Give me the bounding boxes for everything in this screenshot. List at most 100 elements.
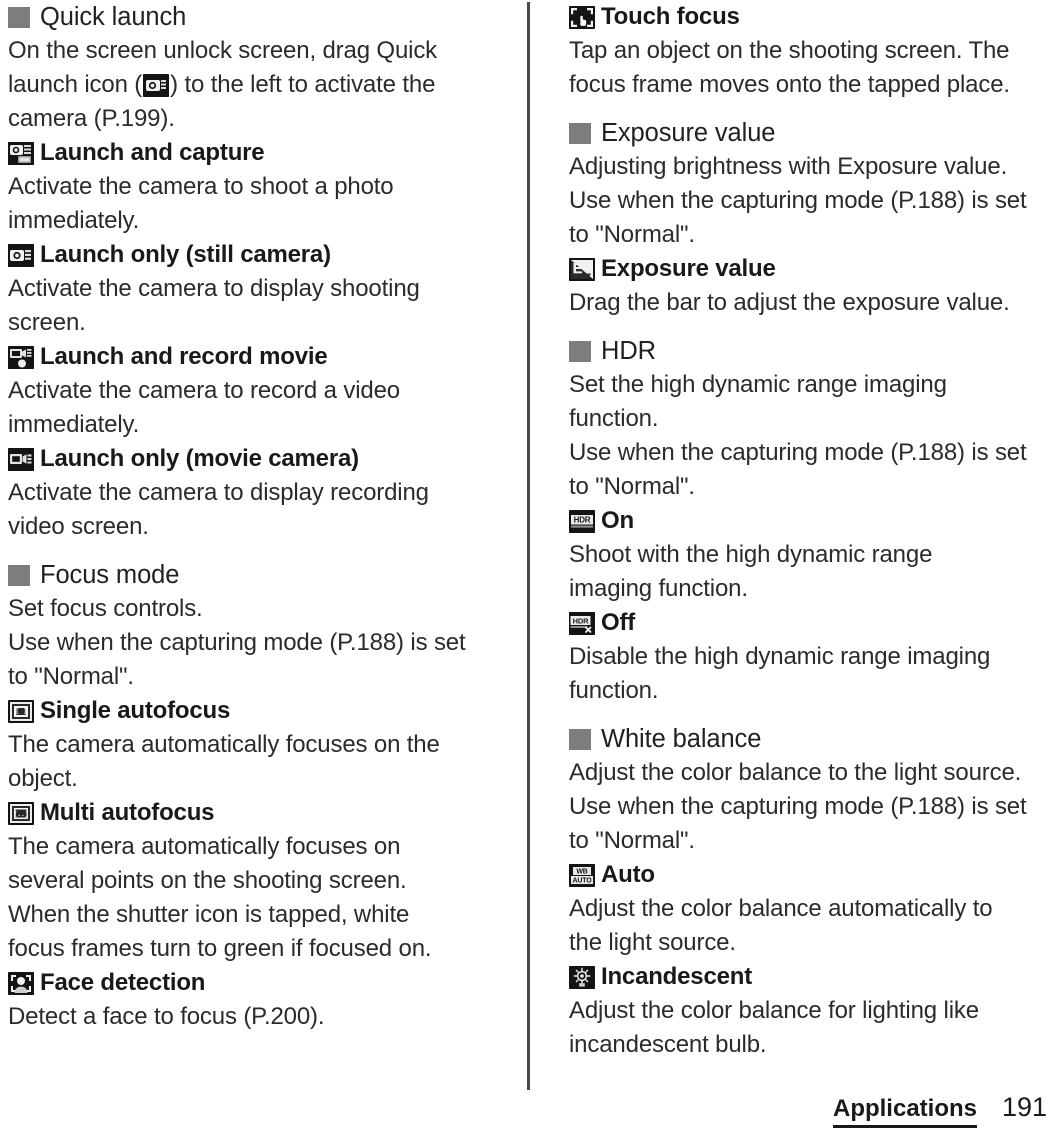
- body-text-line: the light source.: [569, 929, 736, 956]
- section-title: White balance: [601, 725, 762, 753]
- svg-text:[..]: [..]: [14, 809, 29, 817]
- multi-autofocus-icon: [..]: [8, 801, 34, 825]
- svg-text:WB: WB: [576, 868, 587, 875]
- quick-launch-camera-icon: [143, 74, 170, 97]
- option-item-label: Launch and record movie: [40, 343, 328, 370]
- option-item: Launch and capture: [8, 136, 511, 170]
- body-text-line: to "Normal".: [8, 663, 134, 690]
- section-title: Quick launch: [40, 3, 187, 31]
- body-text-line: Use when the capturing mode (P.188) is s…: [8, 629, 466, 656]
- body-text-line: Use when the capturing mode (P.188) is s…: [569, 187, 1027, 214]
- body-text-line: camera (P.199).: [8, 105, 175, 132]
- launch-only-still-camera-icon: [8, 243, 34, 267]
- footer-chapter-name: Applications: [832, 1095, 977, 1128]
- body-text-line: Activate the camera to record a video: [8, 377, 400, 404]
- body-text-line: Tap an object on the shooting screen. Th…: [569, 37, 1010, 64]
- white-balance-incandescent-icon: [569, 965, 595, 989]
- body-text-line: to "Normal".: [569, 221, 695, 248]
- option-item-label: Exposure value: [601, 255, 776, 282]
- option-item: Launch and record movie: [8, 340, 511, 374]
- option-item-label: Single autofocus: [40, 697, 231, 724]
- option-item-label: Launch only (movie camera): [40, 445, 359, 472]
- body-text-line: Adjust the color balance to the light so…: [569, 759, 1022, 786]
- option-item: HDR Off: [569, 606, 1057, 640]
- body-text-line: Activate the camera to shoot a photo: [8, 173, 394, 200]
- option-item: Launch only (still camera): [8, 238, 511, 272]
- square-bullet-icon: [569, 341, 591, 362]
- body-text-line: Use when the capturing mode (P.188) is s…: [569, 793, 1027, 820]
- section-heading: Focus mode: [8, 558, 511, 592]
- body-text-line: The camera automatically focuses on: [8, 833, 401, 860]
- square-bullet-icon: [569, 123, 591, 144]
- svg-text:[ ]: [ ]: [15, 707, 27, 715]
- body-text-line: Set focus controls.: [8, 595, 203, 622]
- body-text-line: several points on the shooting screen.: [8, 867, 407, 894]
- body-text-line: focus frame moves onto the tapped place.: [569, 71, 1010, 98]
- svg-text:HDR: HDR: [574, 515, 591, 524]
- touch-focus-icon: [569, 5, 595, 29]
- text-before-icon: launch icon (: [8, 71, 143, 98]
- body-text-line: Activate the camera to display recording: [8, 479, 429, 506]
- hdr-on-icon: HDR: [569, 509, 595, 533]
- section-heading: White balance: [569, 722, 1057, 756]
- option-item: HDR On: [569, 504, 1057, 538]
- body-text-line: When the shutter icon is tapped, white: [8, 901, 410, 928]
- footer-page-number: 191: [1001, 1092, 1047, 1122]
- option-item: Touch focus: [569, 0, 1057, 34]
- square-bullet-icon: [8, 7, 30, 28]
- section-heading: HDR: [569, 334, 1057, 368]
- body-text-line: function.: [569, 405, 659, 432]
- svg-text:AUTO: AUTO: [573, 877, 593, 884]
- body-text-line: immediately.: [8, 411, 140, 438]
- body-text-line: Drag the bar to adjust the exposure valu…: [569, 289, 1010, 316]
- launch-and-record-movie-icon: [8, 345, 34, 369]
- hdr-off-icon: HDR: [569, 611, 595, 635]
- manual-section: HDR Set the high dynamic range imaging fun…: [569, 334, 1057, 708]
- manual-section: White balance Adjust the color balance to…: [569, 722, 1057, 1062]
- svg-text:HDR: HDR: [573, 616, 589, 625]
- option-item: Incandescent: [569, 960, 1057, 994]
- left-column: Quick launch On the screen unlock screen,…: [0, 0, 527, 1090]
- option-item-label: Auto: [601, 861, 655, 888]
- exposure-value-icon: [569, 257, 595, 281]
- manual-section: Focus mode Set focus controls. Use when th…: [8, 558, 511, 1034]
- body-text-line: Adjusting brightness with Exposure value…: [569, 153, 1008, 180]
- option-item: Launch only (movie camera): [8, 442, 511, 476]
- option-item-label: Incandescent: [601, 963, 752, 990]
- page-footer: Applications 191: [0, 1090, 1061, 1134]
- manual-page: Quick launch On the screen unlock screen,…: [0, 0, 1061, 1134]
- body-text-line: Adjust the color balance automatically t…: [569, 895, 993, 922]
- right-column: Touch focus Tap an object on the shooting…: [527, 0, 1061, 1090]
- body-text-line: incandescent bulb.: [569, 1031, 767, 1058]
- single-autofocus-icon: [ ]: [8, 699, 34, 723]
- body-text-line: screen.: [8, 309, 86, 336]
- manual-section: Exposure value Adjusting brightness with …: [569, 116, 1057, 320]
- body-text-line: imaging function.: [569, 575, 748, 602]
- footer-inner: Applications 191: [832, 1092, 1047, 1128]
- body-text-line: object.: [8, 765, 78, 792]
- body-text-line: Shoot with the high dynamic range: [569, 541, 933, 568]
- body-text-line: to "Normal".: [569, 827, 695, 854]
- two-column-body: Quick launch On the screen unlock screen,…: [0, 0, 1061, 1090]
- section-title: Focus mode: [40, 561, 180, 589]
- option-item-label: Launch only (still camera): [40, 241, 331, 268]
- option-item: [ ] Single autofocus: [8, 694, 511, 728]
- text-after-icon: ) to the left to activate the: [170, 71, 436, 98]
- option-item-label: Launch and capture: [40, 139, 265, 166]
- section-title: HDR: [601, 337, 656, 365]
- section-heading: Exposure value: [569, 116, 1057, 150]
- option-item-label: Touch focus: [601, 3, 740, 30]
- option-item-label: Off: [601, 609, 636, 636]
- option-item-label: Multi autofocus: [40, 799, 215, 826]
- body-text-line: Disable the high dynamic range imaging: [569, 643, 991, 670]
- body-text-line: On the screen unlock screen, drag Quick: [8, 37, 438, 64]
- body-text-line: Activate the camera to display shooting: [8, 275, 420, 302]
- option-item: Exposure value: [569, 252, 1057, 286]
- launch-and-capture-icon: [8, 141, 34, 165]
- body-text-line: focus frames turn to green if focused on…: [8, 935, 432, 962]
- body-text-line: The camera automatically focuses on the: [8, 731, 440, 758]
- body-text-line: immediately.: [8, 207, 140, 234]
- launch-only-movie-camera-icon: [8, 447, 34, 471]
- body-text-line: video screen.: [8, 513, 149, 540]
- section-heading: Quick launch: [8, 0, 511, 34]
